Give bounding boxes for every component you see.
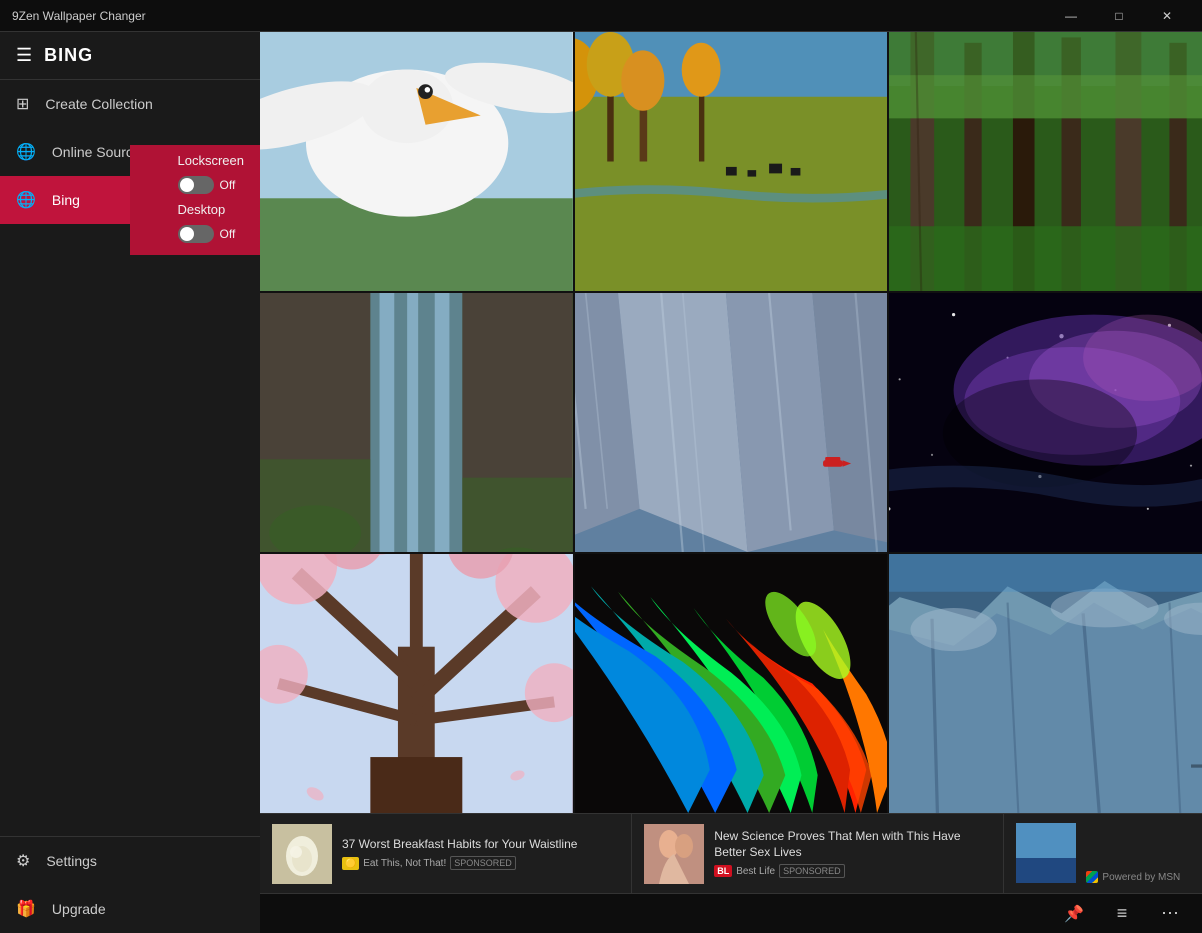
- ad-source-badge-1: BL: [714, 865, 732, 877]
- image-cherry[interactable]: [260, 554, 573, 813]
- desktop-toggle[interactable]: [178, 225, 214, 243]
- ad-source-0: 🟡 Eat This, Not That! SPONSORED: [342, 856, 619, 870]
- image-grid: [260, 32, 1202, 813]
- lockscreen-control-row: Lockscreen: [178, 153, 244, 168]
- maximize-button[interactable]: □: [1096, 0, 1142, 32]
- bottom-toolbar: 📌 ≡ ⋯: [260, 893, 1202, 933]
- ad-source-badge-0: 🟡: [342, 857, 359, 870]
- collection-icon: ⊞: [16, 94, 29, 114]
- sidebar-bottom: ⚙ Settings 🎁 Upgrade: [0, 836, 260, 933]
- sidebar-item-label: Create Collection: [45, 96, 152, 112]
- pin-button[interactable]: 📌: [1058, 898, 1090, 930]
- more-icon: ⋯: [1161, 903, 1179, 924]
- ad-sponsored-1: SPONSORED: [779, 864, 845, 878]
- image-iceberg[interactable]: [889, 554, 1202, 813]
- lockscreen-toggle[interactable]: [178, 176, 214, 194]
- settings-label: Settings: [46, 853, 97, 869]
- app-title: 9Zen Wallpaper Changer: [12, 9, 1048, 23]
- image-waterfall[interactable]: [260, 293, 573, 552]
- titlebar: 9Zen Wallpaper Changer — □ ✕: [0, 0, 1202, 32]
- ad-source-name-1: Best Life: [736, 866, 775, 877]
- ad-source-1: BL Best Life SPONSORED: [714, 864, 991, 878]
- desktop-toggle-container: Off: [178, 225, 236, 243]
- image-feathers[interactable]: [575, 554, 888, 813]
- upgrade-icon: 🎁: [16, 899, 36, 919]
- settings-icon: ⚙: [16, 851, 30, 871]
- ad-item-1[interactable]: New Science Proves That Men with This Ha…: [632, 814, 1004, 893]
- hamburger-icon[interactable]: ☰: [16, 45, 32, 66]
- image-glacier-canyon[interactable]: [575, 293, 888, 552]
- lockscreen-toggle-row: Off: [178, 176, 244, 194]
- image-steppe[interactable]: [575, 32, 888, 291]
- close-button[interactable]: ✕: [1144, 0, 1190, 32]
- desktop-label: Desktop: [178, 202, 226, 217]
- bing-controls: Lockscreen Off Desktop Of: [130, 145, 260, 255]
- main-content: 37 Worst Breakfast Habits for Your Waist…: [260, 32, 1202, 933]
- upgrade-label: Upgrade: [52, 901, 106, 917]
- ad-title-0: 37 Worst Breakfast Habits for Your Waist…: [342, 837, 619, 853]
- ad-bar: 37 Worst Breakfast Habits for Your Waist…: [260, 813, 1202, 893]
- ad-thumbnail-2: [1016, 823, 1076, 883]
- sidebar-item-settings[interactable]: ⚙ Settings: [0, 837, 260, 885]
- sidebar-item-create-collection[interactable]: ⊞ Create Collection: [0, 80, 260, 128]
- sidebar-nav: ⊞ Create Collection 🌐 Online Sources 🌐 B…: [0, 80, 260, 224]
- pin-icon: 📌: [1064, 904, 1084, 924]
- list-icon: ≡: [1117, 903, 1128, 924]
- lockscreen-state: Off: [220, 178, 236, 192]
- minimize-button[interactable]: —: [1048, 0, 1094, 32]
- ad-thumbnail-0: [272, 824, 332, 884]
- more-options-button[interactable]: ⋯: [1154, 898, 1186, 930]
- ad-item-0[interactable]: 37 Worst Breakfast Habits for Your Waist…: [260, 814, 632, 893]
- sidebar-app-title: BING: [44, 45, 93, 66]
- sidebar-item-upgrade[interactable]: 🎁 Upgrade: [0, 885, 260, 933]
- ad-item-2[interactable]: Powered by MSN: [1004, 814, 1202, 893]
- desktop-state: Off: [220, 227, 236, 241]
- ad-content-0: 37 Worst Breakfast Habits for Your Waist…: [342, 837, 619, 871]
- sidebar-header: ☰ BING: [0, 32, 260, 80]
- msn-label: Powered by MSN: [1102, 872, 1180, 883]
- sidebar: ☰ BING ⊞ Create Collection 🌐 Online Sour…: [0, 32, 260, 933]
- msn-logo-icon: [1086, 871, 1098, 883]
- ad-content-1: New Science Proves That Men with This Ha…: [714, 829, 991, 878]
- lockscreen-toggle-container: Off: [178, 176, 236, 194]
- lockscreen-label: Lockscreen: [178, 153, 244, 168]
- desktop-toggle-row: Off: [178, 225, 244, 243]
- bing-globe-icon: 🌐: [16, 190, 36, 210]
- ad-thumbnail-1: [644, 824, 704, 884]
- window-controls: — □ ✕: [1048, 0, 1190, 32]
- online-sources-icon: 🌐: [16, 142, 36, 162]
- desktop-control-row: Desktop: [178, 202, 244, 217]
- bing-label: Bing: [52, 192, 80, 208]
- image-pelican[interactable]: [260, 32, 573, 291]
- app-container: ☰ BING ⊞ Create Collection 🌐 Online Sour…: [0, 32, 1202, 933]
- sidebar-item-bing[interactable]: 🌐 Bing Lockscreen Off Desktop: [0, 176, 260, 224]
- image-nebula[interactable]: [889, 293, 1202, 552]
- ad-sponsored-0: SPONSORED: [450, 856, 516, 870]
- msn-badge: Powered by MSN: [1086, 871, 1180, 883]
- ad-title-1: New Science Proves That Men with This Ha…: [714, 829, 991, 860]
- image-forest[interactable]: [889, 32, 1202, 291]
- bing-source-header: 🌐 Bing: [0, 176, 114, 224]
- ad-source-name-0: Eat This, Not That!: [363, 858, 446, 869]
- list-view-button[interactable]: ≡: [1106, 898, 1138, 930]
